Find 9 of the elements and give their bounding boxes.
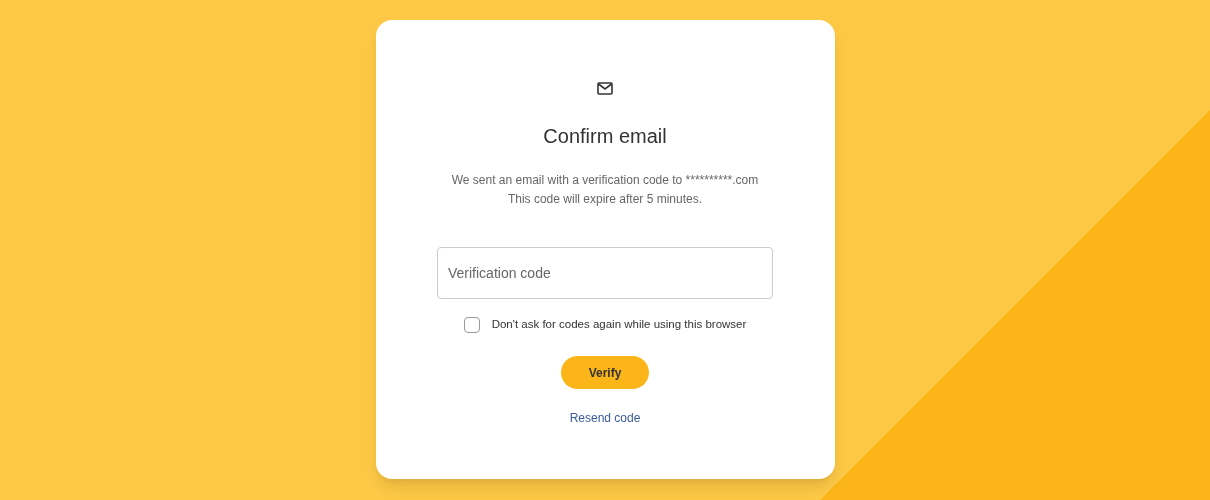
dialog-title: Confirm email — [543, 124, 667, 149]
checkbox[interactable] — [463, 316, 480, 333]
envelope-icon — [597, 82, 613, 95]
description-text: We sent an email with a verification code to **********.com — [451, 172, 759, 189]
resend-code-link[interactable]: Resend code — [569, 409, 641, 428]
verify-button[interactable]: Verify — [561, 356, 649, 390]
checkbox-label: Don't ask for codes again while using this browser — [491, 317, 747, 332]
description-text: This code will expire after 5 minutes. — [507, 191, 703, 208]
verification-code-field[interactable]: Verification code — [437, 247, 773, 299]
